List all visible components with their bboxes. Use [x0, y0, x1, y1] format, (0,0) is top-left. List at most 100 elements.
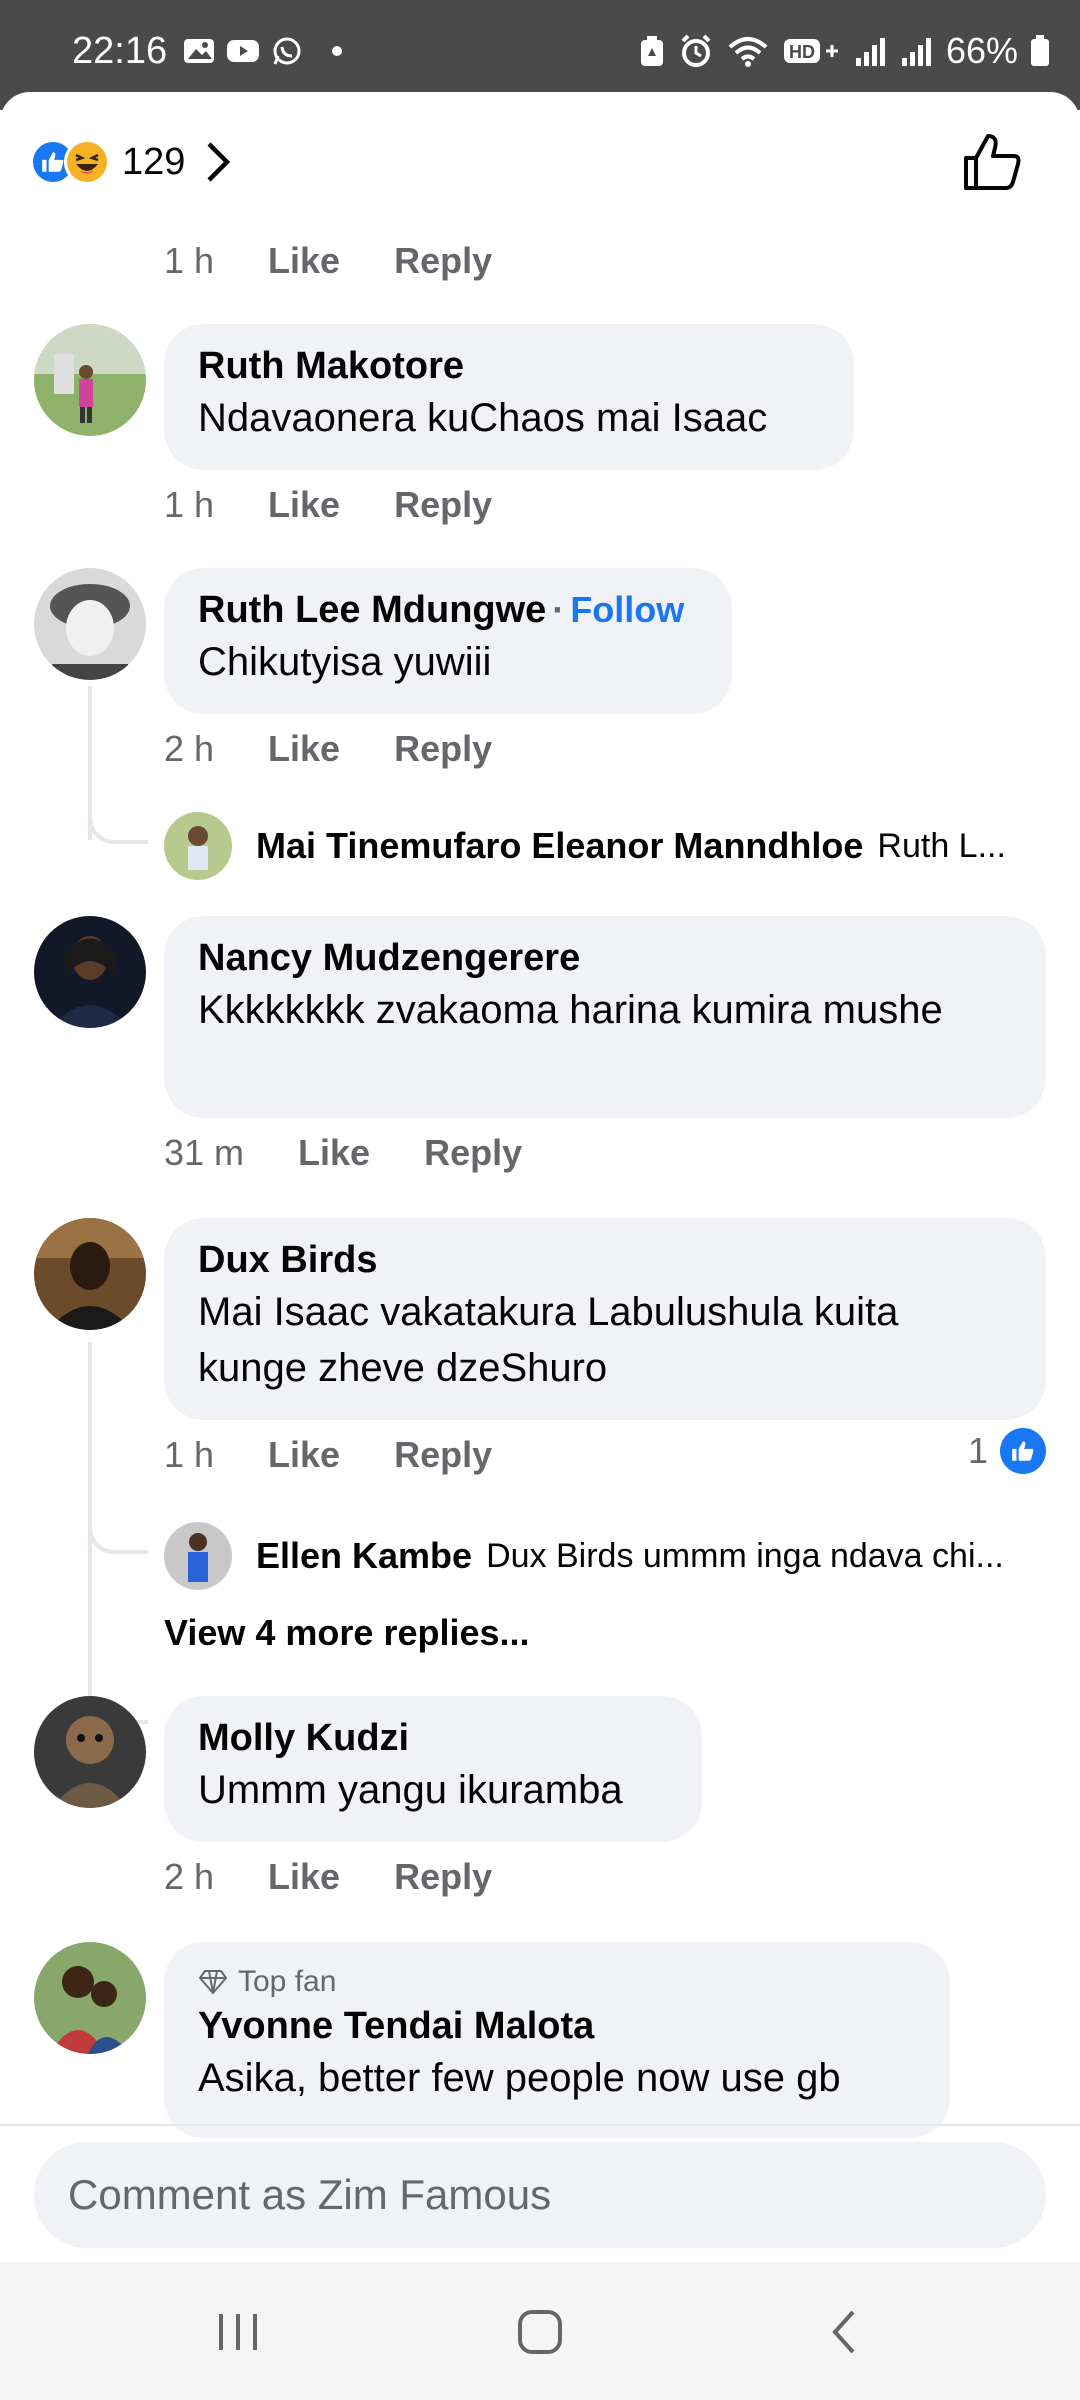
comment-text: Asika, better few people now use gb [198, 2056, 841, 2100]
reply-author: Mai Tinemufaro Eleanor Manndhloe [256, 825, 864, 866]
like-button[interactable]: Like [268, 1856, 340, 1898]
chevron-right-icon [207, 142, 231, 182]
comment-text: Chikutyisa yuwiii [198, 640, 492, 684]
reply-author: Ellen Kambe [256, 1535, 473, 1576]
reply-button[interactable]: Reply [394, 240, 492, 282]
reactions-summary[interactable]: 129 [30, 132, 231, 192]
reply-button[interactable]: Reply [394, 484, 492, 526]
reply-button[interactable]: Reply [394, 1856, 492, 1898]
reply-avatar [164, 1522, 232, 1590]
notification-icons [182, 36, 342, 66]
signal-icon-2 [901, 38, 931, 66]
comment-bubble[interactable]: Nancy Mudzengerere Kkkkkkkk zvakaoma har… [164, 916, 1046, 1118]
comment-actions: 2 h Like Reply [164, 728, 546, 770]
like-post-icon[interactable] [960, 130, 1024, 194]
battery-saver-icon [640, 36, 663, 66]
comment-bubble[interactable]: Molly Kudzi Ummm yangu ikuramba [164, 1696, 702, 1842]
reply-preview[interactable]: Ellen Kambe Dux Birds ummm inga ndava ch… [164, 1522, 1004, 1590]
top-fan-label: Top fan [238, 1965, 337, 1998]
comment-text: Ummm yangu ikuramba [198, 1768, 623, 1812]
like-button[interactable]: Like [298, 1132, 370, 1174]
signal-icon-1 [855, 38, 885, 66]
battery-percent: 66% [945, 30, 1018, 71]
avatar[interactable] [34, 1696, 146, 1808]
commenter-name[interactable]: Molly Kudzi [198, 1714, 668, 1762]
home-icon [518, 2310, 562, 2354]
more-notifications-dot [332, 46, 342, 56]
comment-time: 31 m [164, 1132, 245, 1173]
home-button[interactable] [510, 2302, 570, 2362]
reply-button[interactable]: Reply [394, 728, 492, 770]
comment-bubble[interactable]: Top fan Yvonne Tendai Malota Asika, bett… [164, 1942, 950, 2138]
diamond-icon [199, 1970, 227, 1994]
comment-time: 1 h [164, 1434, 215, 1475]
comment-input[interactable] [34, 2142, 1046, 2248]
like-button[interactable]: Like [268, 240, 340, 282]
comment-bubble[interactable]: Ruth Lee Mdungwe · Follow Chikutyisa yuwii… [164, 568, 732, 714]
reaction-count: 129 [122, 140, 186, 183]
back-icon [832, 2310, 855, 2354]
composer-divider [0, 2124, 1080, 2126]
avatar[interactable] [34, 1942, 146, 2054]
thread-connector [88, 1502, 148, 1554]
commenter-name[interactable]: Ruth Makotore [198, 342, 820, 390]
status-time: 22:16 [72, 30, 168, 72]
reply-preview[interactable]: Mai Tinemufaro Eleanor Manndhloe Ruth L.… [164, 812, 1006, 880]
gallery-icon [184, 39, 214, 63]
comment-actions: 2 h Like Reply [164, 1856, 546, 1898]
youtube-icon [227, 40, 259, 62]
avatar[interactable] [34, 324, 146, 436]
comment-time: 1 h [164, 240, 215, 281]
whatsapp-icon [273, 37, 301, 65]
like-reaction-icon [1000, 1428, 1046, 1474]
comment-text: Ndavaonera kuChaos mai Isaac [198, 396, 768, 440]
reply-avatar [164, 812, 232, 880]
back-button[interactable] [814, 2302, 874, 2362]
comment-time: 2 h [164, 728, 215, 769]
follow-button[interactable]: Follow [570, 589, 684, 630]
comment-like-count[interactable]: 1 [968, 1428, 1046, 1474]
commenter-name[interactable]: Dux Birds [198, 1236, 1012, 1284]
comment-bubble[interactable]: Ruth Makotore Ndavaonera kuChaos mai Isa… [164, 324, 854, 470]
commenter-name[interactable]: Ruth Lee Mdungwe [198, 589, 546, 631]
reply-button[interactable]: Reply [394, 1434, 492, 1476]
system-nav-bar [0, 2262, 1080, 2400]
system-status: HD 66% [638, 30, 1050, 72]
reply-text: Ruth L... [877, 826, 1006, 865]
like-count-number: 1 [967, 1430, 988, 1471]
comment-bubble[interactable]: Dux Birds Mai Isaac vakatakura Labulushu… [164, 1218, 1046, 1420]
battery-icon [1031, 35, 1049, 66]
top-fan-badge: Top fan [198, 1962, 916, 2002]
reply-button[interactable]: Reply [424, 1132, 522, 1174]
like-button[interactable]: Like [268, 1434, 340, 1476]
recent-apps-button[interactable] [208, 2302, 268, 2362]
comments-sheet: 129 1 h Like Reply Ruth Makotore Ndavaon… [0, 92, 1080, 2262]
comment-actions: 1 h Like Reply [164, 240, 546, 282]
comment-actions: 1 h Like Reply [164, 1434, 546, 1476]
commenter-name[interactable]: Nancy Mudzengerere [198, 934, 1012, 982]
like-button[interactable]: Like [268, 728, 340, 770]
comment-time: 2 h [164, 1856, 215, 1897]
comment-composer[interactable] [34, 2142, 1046, 2248]
name-row: Ruth Lee Mdungwe · Follow [198, 586, 698, 634]
commenter-name[interactable]: Yvonne Tendai Malota [198, 2002, 916, 2050]
haha-reaction-icon [64, 139, 110, 185]
view-more-replies[interactable]: View 4 more replies... [164, 1612, 530, 1654]
separator-dot: · [552, 589, 565, 630]
avatar[interactable] [34, 1218, 146, 1330]
alarm-icon [681, 34, 711, 67]
comment-actions: 31 m Like Reply [164, 1132, 576, 1174]
hd-voice-icon: HD [783, 39, 838, 63]
recent-apps-icon [219, 2314, 257, 2350]
comment-text: Mai Isaac vakatakura Labulushula kuita k… [198, 1290, 899, 1390]
avatar[interactable] [34, 568, 146, 680]
wifi-icon [728, 37, 768, 67]
thread-connector [88, 792, 148, 844]
svg-text:HD: HD [789, 42, 815, 62]
comment-time: 1 h [164, 484, 215, 525]
avatar[interactable] [34, 916, 146, 1028]
like-button[interactable]: Like [268, 484, 340, 526]
comment-actions: 1 h Like Reply [164, 484, 546, 526]
comment-text: Kkkkkkkk zvakaoma harina kumira mushe [198, 988, 943, 1032]
reply-text: Dux Birds ummm inga ndava chi... [486, 1536, 1004, 1575]
